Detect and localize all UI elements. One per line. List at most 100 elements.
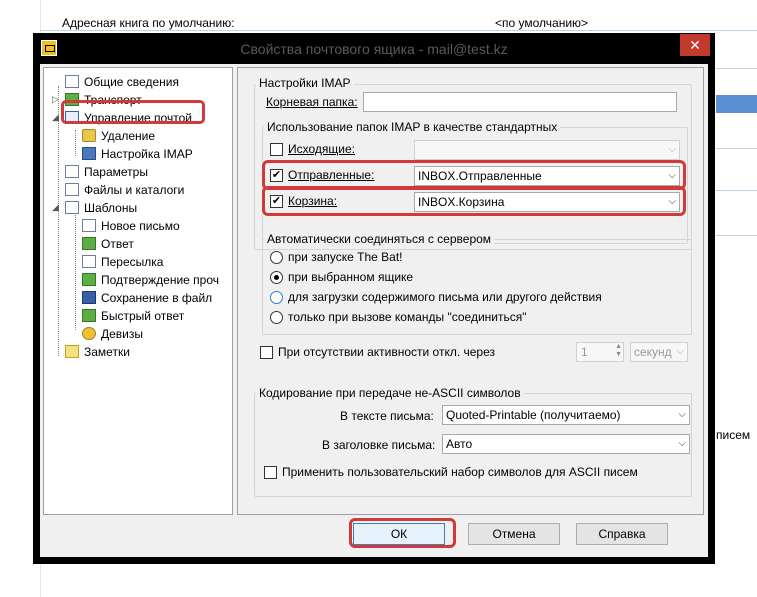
reply-icon <box>82 237 96 250</box>
tree-item-general[interactable]: Общие сведения <box>65 74 179 90</box>
inactivity-label: При отсутствии активности откл. через <box>278 345 496 359</box>
dialog-client: ▷ ◢ ◢ Общие сведения Транспорт Управлени… <box>40 64 708 557</box>
autoconnect-selected-mailbox-label: при выбранном ящике <box>288 270 414 284</box>
templates-icon <box>65 201 79 214</box>
general-info-icon <box>65 75 79 88</box>
tree-item-notes[interactable]: Заметки <box>65 344 130 360</box>
close-button[interactable]: ✕ <box>680 34 710 56</box>
tree-item-forward[interactable]: Пересылка <box>82 254 163 270</box>
inactivity-unit-select[interactable]: секунд ⌵ <box>630 342 688 362</box>
tree-item-label: Файлы и каталоги <box>84 183 185 197</box>
tree-item-imap-settings[interactable]: Настройка IMAP <box>82 146 193 162</box>
header-encoding-select[interactable]: Авто ⌵ <box>442 434 690 454</box>
quick-reply-icon <box>82 309 96 322</box>
outgoing-checkbox[interactable] <box>270 143 283 156</box>
chevron-down-icon: ⌵ <box>678 438 686 449</box>
autoconnect-on-download-radio[interactable] <box>270 291 283 304</box>
tree-item-files-folders[interactable]: Файлы и каталоги <box>65 182 184 198</box>
autoconnect-on-start-radio[interactable] <box>270 251 283 264</box>
cancel-button[interactable]: Отмена <box>468 523 560 545</box>
settings-panel: Настройки IMAP Корневая папка: Использов… <box>237 67 704 515</box>
tree-item-deletion[interactable]: Удаление <box>82 128 155 144</box>
autoconnect-on-download-label: для загрузки содержимого письма или друг… <box>288 290 602 304</box>
outgoing-label: Исходящие: <box>288 142 355 156</box>
chevron-down-icon: ⌵ <box>668 144 676 155</box>
inactivity-unit-value: секунд <box>634 345 672 359</box>
tree-item-label: Пересылка <box>101 255 164 269</box>
mailbox-properties-dialog: Свойства почтового ящика - mail@test.kz … <box>33 33 715 564</box>
autoconnect-group-title: Автоматически соединяться с сервером <box>264 232 495 246</box>
tree-guide <box>75 130 76 156</box>
body-encoding-select[interactable]: Quoted-Printable (получитаемо) ⌵ <box>442 405 690 425</box>
default-addressbook-label: Адресная книга по умолчанию: <box>62 16 235 30</box>
imap-folders-group-title: Использование папок IMAP в качестве стан… <box>264 120 561 134</box>
default-addressbook-value: <по умолчанию> <box>495 16 589 30</box>
help-button[interactable]: Справка <box>576 523 668 545</box>
imap-settings-icon <box>82 147 96 160</box>
body-encoding-label: В тексте письма: <box>340 409 434 423</box>
tree-item-mottos[interactable]: Девизы <box>82 326 143 342</box>
tree-item-new-message[interactable]: Новое письмо <box>82 218 180 234</box>
collapse-arrow-icon[interactable]: ◢ <box>52 112 59 123</box>
outgoing-folder-select[interactable]: ⌵ <box>414 140 680 160</box>
tree-item-label: Подтверждение проч <box>101 273 219 287</box>
tree-item-label: Удаление <box>101 129 156 143</box>
tree-item-quick-reply[interactable]: Быстрый ответ <box>82 308 184 324</box>
tree-item-label: Сохранение в файл <box>101 291 213 305</box>
custom-charset-label: Применить пользовательский набор символо… <box>282 465 638 479</box>
tree-item-label: Настройка IMAP <box>101 147 193 161</box>
tree-item-label: Девизы <box>101 327 144 341</box>
tree-item-read-confirmation[interactable]: Подтверждение проч <box>82 272 219 288</box>
new-message-icon <box>82 219 96 232</box>
chevron-down-icon: ⌵ <box>676 346 684 357</box>
tree-item-label: Ответ <box>101 237 134 251</box>
root-folder-label: Корневая папка: <box>266 95 358 109</box>
titlebar[interactable]: Свойства почтового ящика - mail@test.kz … <box>33 33 715 63</box>
tree-item-templates[interactable]: Шаблоны <box>65 200 137 216</box>
inactivity-checkbox[interactable] <box>260 346 273 359</box>
files-folders-icon <box>65 183 79 196</box>
root-folder-input[interactable] <box>363 92 677 112</box>
autoconnect-on-start-label: при запуске The Bat! <box>288 250 403 264</box>
custom-charset-checkbox[interactable] <box>264 466 277 479</box>
tree-item-label: Быстрый ответ <box>101 309 185 323</box>
highlight-trash <box>262 186 686 216</box>
encoding-group-title: Кодирование при передаче не-ASCII символ… <box>256 386 524 400</box>
background-selected-row <box>716 95 757 113</box>
imap-group-title: Настройки IMAP <box>256 76 354 90</box>
tree-item-label: Общие сведения <box>84 75 179 89</box>
save-to-file-icon <box>82 291 96 304</box>
inactivity-value-spinner[interactable]: 1 ▲ ▼ <box>576 342 624 362</box>
tree-item-parameters[interactable]: Параметры <box>65 164 148 180</box>
settings-tree[interactable]: ▷ ◢ ◢ Общие сведения Транспорт Управлени… <box>43 67 233 515</box>
autoconnect-selected-mailbox-radio[interactable] <box>270 271 283 284</box>
notes-icon <box>65 345 79 358</box>
collapse-arrow-icon[interactable]: ◢ <box>52 202 59 213</box>
read-confirmation-icon <box>82 273 96 286</box>
parameters-icon <box>65 165 79 178</box>
highlight-ok <box>349 518 456 548</box>
header-encoding-value: Авто <box>446 437 473 451</box>
tree-item-label: Параметры <box>84 165 148 179</box>
header-encoding-label: В заголовке письма: <box>322 438 436 452</box>
tree-guide <box>58 86 59 356</box>
tree-item-reply[interactable]: Ответ <box>82 236 134 252</box>
tree-guide <box>75 210 76 330</box>
tree-item-label: Новое письмо <box>101 219 180 233</box>
deletion-icon <box>82 129 96 142</box>
body-encoding-value: Quoted-Printable (получитаемо) <box>446 408 621 422</box>
expand-arrow-icon[interactable]: ▷ <box>52 94 59 105</box>
autoconnect-on-command-radio[interactable] <box>270 311 283 324</box>
tree-item-label: Заметки <box>84 345 130 359</box>
spinner-arrows-icon: ▲ ▼ <box>615 343 622 358</box>
mottos-icon <box>82 327 96 340</box>
inactivity-value: 1 <box>581 345 588 359</box>
dialog-title: Свойства почтового ящика - mail@test.kz <box>240 41 508 57</box>
background-side-text: писем <box>716 428 751 442</box>
highlight-mail-management <box>61 100 205 124</box>
forward-icon <box>82 255 96 268</box>
tree-item-save-to-file[interactable]: Сохранение в файл <box>82 290 212 306</box>
chevron-down-icon: ⌵ <box>678 409 686 420</box>
tree-item-label: Шаблоны <box>84 201 138 215</box>
autoconnect-on-command-label: только при вызове команды "соединиться" <box>288 310 527 324</box>
